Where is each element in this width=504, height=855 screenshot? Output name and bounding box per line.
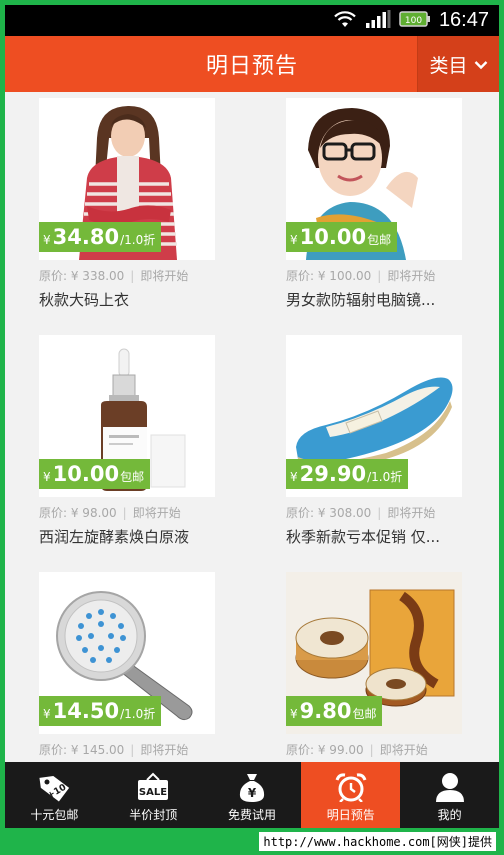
currency-symbol: ¥	[290, 470, 298, 484]
sale-price: 29.90	[299, 462, 367, 486]
price-suffix: 包邮	[352, 707, 377, 721]
product-grid: ¥ 34.80 /1.0折 原价: ¥ 338.00|即将开始 秋款大码上衣	[5, 92, 499, 762]
price-meta: 原价: ¥ 308.00 | 即将开始	[286, 506, 436, 520]
signal-icon	[365, 9, 391, 32]
category-button[interactable]: 类目	[417, 36, 499, 92]
wifi-icon	[333, 10, 357, 32]
battery-level: 100	[405, 16, 422, 26]
price-suffix: 包邮	[367, 233, 392, 247]
sale-price: 9.80	[299, 699, 352, 723]
original-price: 原价: ¥ 100.00	[286, 269, 372, 283]
start-status: 即将开始	[132, 506, 181, 520]
tab-label: 半价封顶	[129, 808, 178, 822]
money-bag-icon: ¥	[235, 772, 269, 802]
product-card[interactable]: ¥ 9.80 包邮 原价: ¥ 99.00 | 即将开始	[286, 572, 462, 762]
product-card[interactable]: ¥ 34.80 /1.0折 原价: ¥ 338.00 | 即将开始 秋款大码上衣	[39, 98, 215, 310]
clock: 16:47	[438, 9, 489, 31]
price-tag: ¥ 29.90 /1.0折	[286, 459, 409, 489]
tab-label: 十元包邮	[30, 808, 79, 822]
start-status: 即将开始	[140, 269, 189, 283]
currency-symbol: ¥	[43, 233, 51, 247]
page-title: 明日预告	[205, 54, 298, 79]
price-suffix: /1.0折	[120, 707, 156, 721]
currency-symbol: ¥	[43, 470, 51, 484]
start-status: 即将开始	[140, 743, 189, 757]
product-image-serum: ¥ 10.00 包邮	[39, 335, 215, 497]
product-image-fishing-line: ¥ 9.80 包邮	[286, 572, 462, 734]
battery-icon: 100	[399, 10, 431, 32]
product-name: 男女款防辐射电脑镜...	[286, 291, 436, 309]
product-name: 秋季新款亏本促销 仅...	[286, 528, 441, 546]
sale-price: 34.80	[52, 225, 120, 249]
start-status: 即将开始	[379, 743, 428, 757]
tab-half-price[interactable]: SALE 半价封顶	[104, 762, 203, 828]
product-name: 秋款大码上衣	[39, 291, 130, 309]
original-price: 原价: ¥ 145.00	[39, 743, 125, 757]
product-card[interactable]: ¥ 29.90 /1.0折 原价: ¥ 308.00 | 即将开始 秋季新款亏本促销…	[286, 335, 462, 547]
product-name: 西润左旋酵素焕白原液	[39, 528, 190, 546]
price-suffix: /1.0折	[120, 233, 156, 247]
phone-screen: 100 16:47 明日预告 类目 ¥ 34.80 /1.0折 原价: ¥ 33…	[5, 5, 499, 828]
price-tag: ¥ 10.00 包邮	[39, 459, 151, 489]
product-image-shower-head: ¥ 14.50 /1.0折	[39, 572, 215, 734]
original-price: 原价: ¥ 308.00	[286, 506, 372, 520]
sale-sign-icon: SALE	[136, 772, 170, 802]
price-suffix: /1.0折	[367, 470, 403, 484]
price-meta: 原价: ¥ 145.00 | 即将开始	[39, 743, 189, 757]
sale-price: 10.00	[299, 225, 367, 249]
currency-symbol: ¥	[43, 707, 51, 721]
tag-icon: +10	[37, 772, 71, 802]
watermark: http://www.hackhome.com[网侠]提供	[0, 828, 504, 855]
tab-label: 我的	[437, 808, 462, 822]
tab-ten-yuan-free-shipping[interactable]: +10 十元包邮	[5, 762, 104, 828]
start-status: 即将开始	[387, 506, 436, 520]
app-header: 明日预告 类目	[5, 36, 499, 92]
original-price: 原价: ¥ 99.00	[286, 743, 364, 757]
tab-label: 免费试用	[227, 808, 276, 822]
product-image-glasses: ¥ 10.00 包邮	[286, 98, 462, 260]
price-meta: 原价: ¥ 100.00 | 即将开始	[286, 269, 436, 283]
price-suffix: 包邮	[120, 470, 145, 484]
user-icon	[433, 772, 467, 802]
sale-price: 10.00	[52, 462, 120, 486]
product-card[interactable]: ¥ 10.00 包邮 原价: ¥ 98.00 | 即将开始 西润左旋酵素焕白原液	[39, 335, 215, 547]
price-meta: 原价: ¥ 99.00 | 即将开始	[286, 743, 428, 757]
tab-tomorrow-preview[interactable]: 明日预告	[301, 762, 401, 828]
status-bar: 100 16:47	[5, 5, 499, 36]
tab-label: 明日预告	[326, 808, 375, 822]
product-image-sweater: ¥ 34.80 /1.0折	[39, 98, 215, 260]
alarm-clock-icon	[334, 772, 368, 802]
currency-symbol: ¥	[290, 707, 298, 721]
product-card[interactable]: ¥ 14.50 /1.0折 原价: ¥ 145.00 | 即将开始	[39, 572, 215, 762]
original-price: 原价: ¥ 98.00	[39, 506, 117, 520]
currency-symbol: ¥	[290, 233, 298, 247]
original-price: 原价: ¥ 338.00	[39, 269, 125, 283]
price-tag: ¥ 9.80 包邮	[286, 696, 383, 726]
price-meta: 原价: ¥ 98.00 | 即将开始	[39, 506, 181, 520]
bottom-tab-bar: +10 十元包邮 SALE 半价封顶 ¥ 免费试用 明日预告 我的	[5, 762, 499, 828]
price-tag: ¥ 10.00 包邮	[286, 222, 398, 252]
sale-sign-text: SALE	[139, 787, 167, 798]
product-card[interactable]: ¥ 10.00 包邮 原价: ¥ 100.00 | 即将开始 男女款防辐射电脑镜..…	[286, 98, 462, 310]
price-tag: ¥ 14.50 /1.0折	[39, 696, 162, 726]
price-meta: 原价: ¥ 338.00 | 即将开始	[39, 269, 189, 283]
start-status: 即将开始	[387, 269, 436, 283]
watermark-text: http://www.hackhome.com[网侠]提供	[259, 832, 496, 851]
money-bag-symbol: ¥	[248, 786, 257, 800]
chevron-down-icon	[474, 53, 488, 75]
sale-price: 14.50	[52, 699, 120, 723]
price-tag: ¥ 34.80 /1.0折	[39, 222, 162, 252]
tab-profile[interactable]: 我的	[400, 762, 499, 828]
product-image-shoe: ¥ 29.90 /1.0折	[286, 335, 462, 497]
category-label: 类目	[429, 54, 468, 77]
tab-free-trial[interactable]: ¥ 免费试用	[203, 762, 302, 828]
